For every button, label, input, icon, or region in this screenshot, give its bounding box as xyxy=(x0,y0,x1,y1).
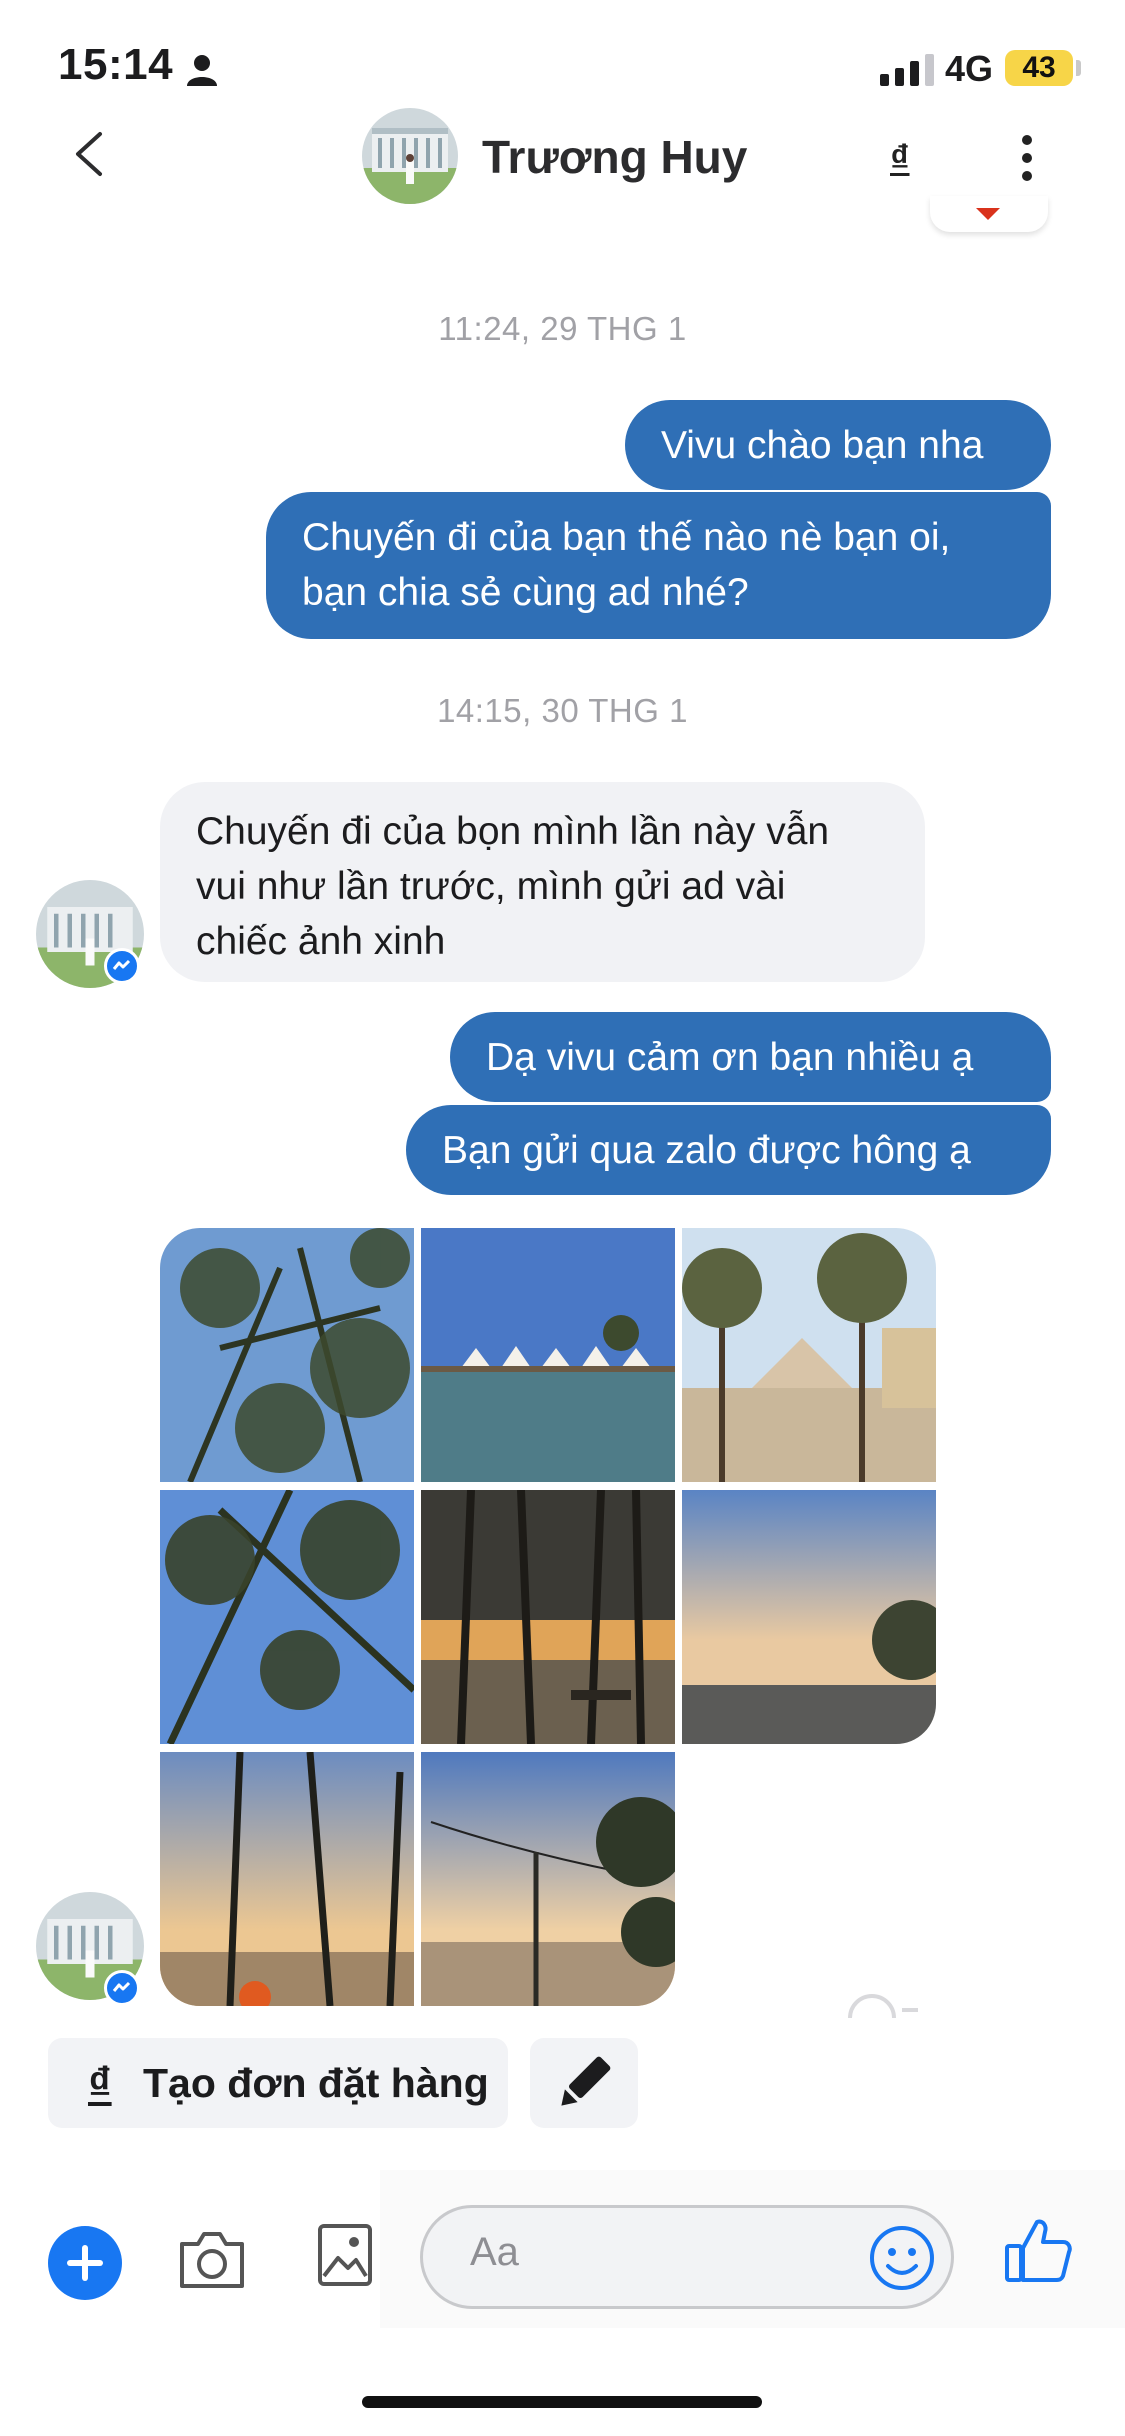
message-bubble-outgoing[interactable]: Vivu chào bạn nha xyxy=(625,400,1051,490)
photo-thumbnail[interactable] xyxy=(682,1490,936,1744)
create-order-label: Tạo đơn đặt hàng xyxy=(143,2060,489,2106)
camera-icon[interactable] xyxy=(176,2226,248,2292)
contact-avatar[interactable] xyxy=(362,108,458,204)
photo-thumbnail[interactable] xyxy=(421,1490,675,1744)
message-bubble-outgoing[interactable]: Dạ vivu cảm ơn bạn nhiều ạ xyxy=(450,1012,1051,1102)
photo-thumbnail[interactable] xyxy=(682,1228,936,1482)
like-icon[interactable] xyxy=(1003,2214,1075,2286)
back-icon[interactable] xyxy=(70,130,110,178)
create-order-button[interactable]: ₫ Tạo đơn đặt hàng xyxy=(48,2038,508,2128)
pencil-icon xyxy=(561,2056,611,2106)
messenger-badge-icon xyxy=(104,948,140,984)
timestamp: 14:15, 30 THG 1 xyxy=(437,692,688,729)
home-indicator xyxy=(362,2396,762,2408)
add-reaction-icon[interactable] xyxy=(840,1990,930,2018)
message-bubble-outgoing[interactable]: Bạn gửi qua zalo được hông ạ xyxy=(406,1105,1051,1195)
dropdown-arrow-icon xyxy=(976,208,1000,220)
timestamp: 11:24, 29 THG 1 xyxy=(438,310,687,347)
order-icon: ₫ xyxy=(88,2057,112,2109)
photo-thumbnail[interactable] xyxy=(160,1228,414,1482)
edit-button[interactable] xyxy=(530,2038,638,2128)
status-time: 15:14 xyxy=(58,40,174,89)
message-text: Chuyến đi của bạn thế nào nè bạn oi, xyxy=(302,516,951,559)
message-text: Dạ vivu cảm ơn bạn nhiều ạ xyxy=(486,1036,974,1079)
photo-thumbnail[interactable] xyxy=(421,1228,675,1482)
message-text: Chuyến đi của bọn mình lần này vẫn xyxy=(196,810,830,853)
contact-name[interactable]: Trương Huy xyxy=(482,130,747,184)
photo-thumbnail[interactable] xyxy=(421,1752,675,2006)
more-options-icon[interactable] xyxy=(1020,134,1034,182)
message-text: chiếc ảnh xinh xyxy=(196,920,446,963)
message-bubble-incoming[interactable]: Chuyến đi của bọn mình lần này vẫn vui n… xyxy=(160,782,925,982)
emoji-icon[interactable] xyxy=(868,2224,936,2292)
message-text: vui như lần trước, mình gửi ad vài xyxy=(196,865,786,908)
battery-tip xyxy=(1076,60,1081,76)
order-icon[interactable]: ₫ xyxy=(890,138,910,181)
photo-thumbnail[interactable] xyxy=(160,1490,414,1744)
battery-icon: 43 xyxy=(1005,50,1073,86)
plus-icon[interactable] xyxy=(48,2226,122,2300)
gallery-icon[interactable] xyxy=(316,2222,374,2288)
message-text: Bạn gửi qua zalo được hông ạ xyxy=(442,1129,971,1172)
message-text: Vivu chào bạn nha xyxy=(661,424,984,467)
message-text: bạn chia sẻ cùng ad nhé? xyxy=(302,571,749,614)
photo-thumbnail[interactable] xyxy=(160,1752,414,2006)
network-type: 4G xyxy=(945,48,994,89)
signal-icon xyxy=(880,54,934,86)
person-icon xyxy=(187,55,217,86)
messenger-badge-icon xyxy=(104,1970,140,2006)
message-bubble-outgoing[interactable]: Chuyến đi của bạn thế nào nè bạn oi, bạn… xyxy=(266,492,1051,639)
message-input-placeholder: Aa xyxy=(470,2230,519,2274)
pinned-dropdown[interactable] xyxy=(930,196,1048,232)
